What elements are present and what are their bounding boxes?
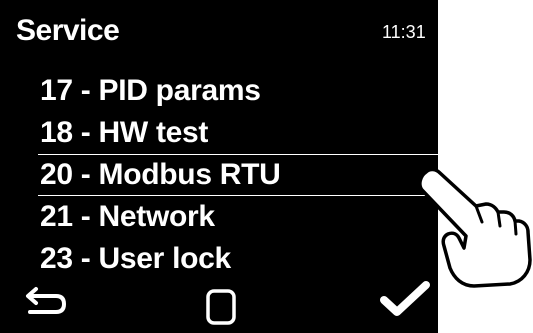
clock: 11:31 bbox=[382, 22, 426, 42]
device-screen: Service 11:31 17 - PID params 18 - HW te… bbox=[0, 0, 438, 333]
menu-item-network[interactable]: 21 - Network bbox=[0, 196, 438, 238]
menu-item-hw-test[interactable]: 18 - HW test bbox=[0, 112, 438, 154]
menu-item-modbus-rtu[interactable]: 20 - Modbus RTU bbox=[38, 154, 438, 196]
menu-item-pid-params[interactable]: 17 - PID params bbox=[0, 70, 438, 112]
service-menu: 17 - PID params 18 - HW test 20 - Modbus… bbox=[0, 70, 438, 280]
bottom-toolbar bbox=[0, 280, 438, 333]
back-arrow-icon[interactable] bbox=[22, 280, 70, 320]
page-title: Service bbox=[16, 14, 120, 47]
menu-item-user-lock[interactable]: 23 - User lock bbox=[0, 238, 438, 280]
device-canvas: Service 11:31 17 - PID params 18 - HW te… bbox=[0, 0, 533, 333]
hand-pointer-icon bbox=[418, 167, 532, 288]
square-icon[interactable] bbox=[205, 288, 241, 328]
